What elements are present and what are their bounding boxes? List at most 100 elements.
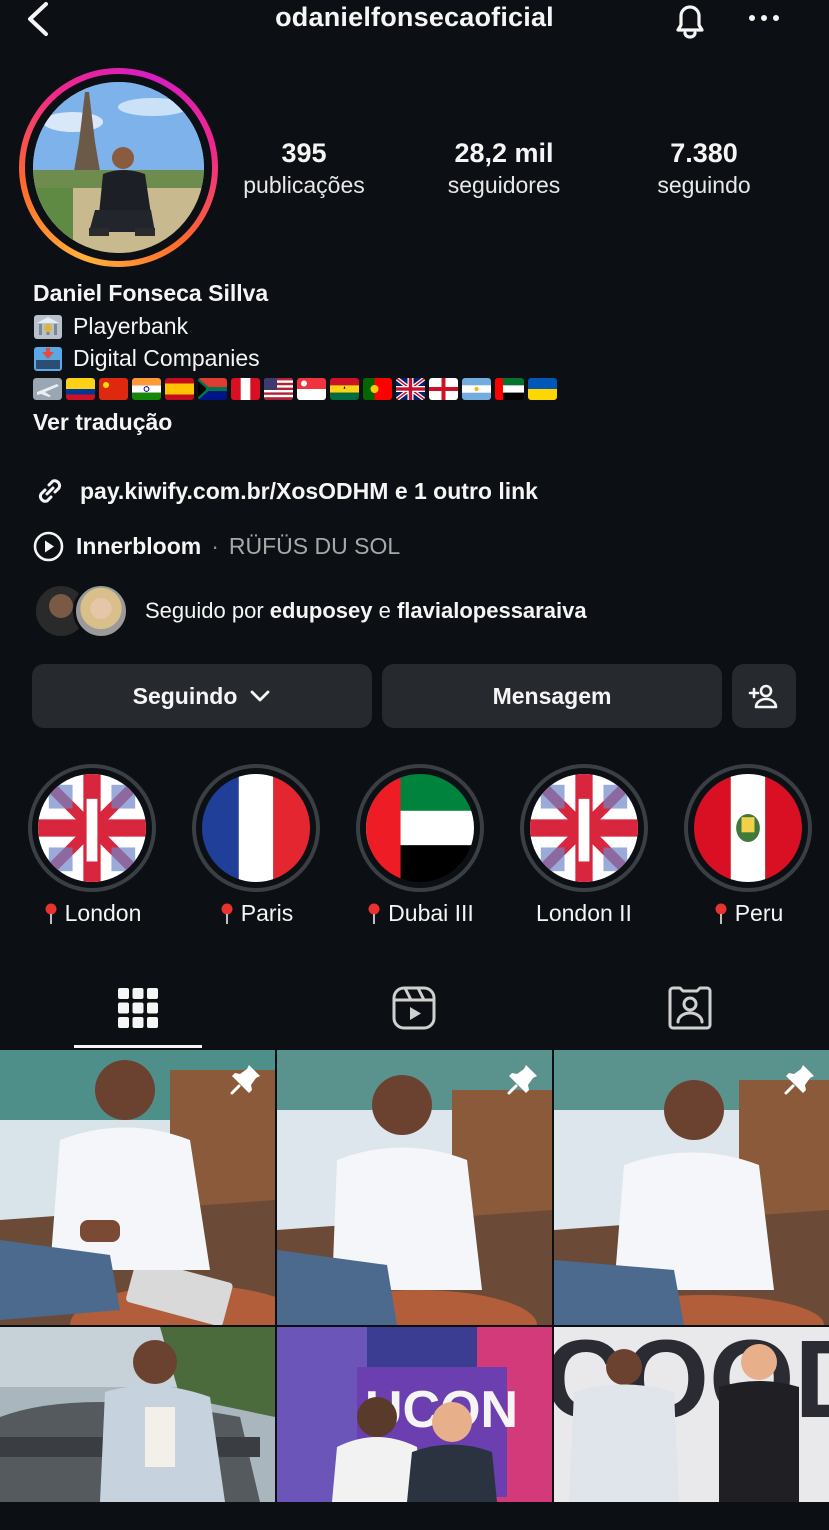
highlight-label-text: Paris [240,900,294,926]
highlight-label-text: London [64,900,142,926]
post-thumbnail[interactable] [0,1327,275,1502]
message-button[interactable]: Mensagem [382,664,722,728]
pinned-icon [784,1065,814,1095]
reels-icon [392,986,436,1030]
following-button-label: Seguindo [132,682,238,709]
tab-reels[interactable] [276,968,552,1048]
highlight-cover [38,774,146,882]
music-separator: · [211,533,219,559]
profile-avatar [33,82,204,253]
profile-full-name: Daniel Fonseca Sillva [33,280,269,306]
bio-line-2: Digital Companies [33,345,260,372]
tagged-icon [668,986,712,1030]
bio-link-text: pay.kiwify.com.br/XosODHM e 1 outro link [80,477,538,504]
followers-label: seguidores [447,172,561,198]
tab-tagged[interactable] [552,968,828,1048]
bio-line-1: Playerbank [33,313,188,340]
music-song-title: Innerbloom [76,533,202,559]
post-thumbnail[interactable]: UCON [277,1327,552,1502]
followers-count: 28,2 mil [454,138,554,168]
round-pushpin-icon [368,903,380,924]
flag-emoji-row [33,378,557,400]
singapore-flag-icon [297,378,326,400]
round-pushpin-icon [45,903,57,924]
stat-followers[interactable]: 28,2 mil seguidores [436,136,572,200]
play-circle-icon [33,531,64,562]
peru-flag-icon [231,378,260,400]
suggest-people-button[interactable] [732,664,796,728]
profile-tab-bar [0,968,829,1048]
colombia-flag-icon [66,378,95,400]
south-africa-flag-icon [198,378,227,400]
round-pushpin-icon [715,903,727,924]
grid-icon [118,988,158,1028]
highlight-cover [694,774,802,882]
highlight-cover [366,774,474,882]
link-icon [39,479,61,503]
highlight-label: London [28,900,156,927]
airplane-icon [33,378,62,400]
india-flag-icon [132,378,161,400]
bank-icon [34,314,62,339]
portugal-flag-icon [363,378,392,400]
round-pushpin-icon [221,903,233,924]
usa-flag-icon [264,378,293,400]
followed-by-user-2[interactable]: flavialopessaraiva [397,598,587,623]
highlight-london[interactable]: London [28,764,156,927]
highlight-label: Paris [192,900,320,927]
following-count: 7.380 [670,138,738,168]
tab-posts-grid[interactable] [0,968,276,1048]
spain-flag-icon [165,378,194,400]
posts-count: 395 [281,138,327,168]
pinned-icon [230,1065,260,1095]
bio-line-2-text: Digital Companies [73,345,260,371]
highlight-label: London II [520,900,648,927]
see-translation-link[interactable]: Ver tradução [33,409,172,436]
music-artist: RÜFÜS DU SOL [228,533,401,559]
followed-by-conj: e [378,598,391,623]
ghana-flag-icon [330,378,359,400]
ukraine-flag-icon [528,378,557,400]
stat-posts[interactable]: 395 publicações [236,136,372,200]
highlight-label: Peru [684,900,812,927]
followed-by-user-1[interactable]: eduposey [270,598,373,623]
inbox-tray-icon [34,346,62,371]
highlight-label-text: Peru [734,900,784,926]
bell-icon[interactable] [668,0,712,42]
active-tab-indicator [74,1045,202,1048]
follower-avatar-2 [73,583,129,639]
post-thumbnail[interactable] [277,1050,552,1325]
profile-music[interactable]: Innerbloom · RÜFÜS DU SOL [33,531,400,562]
post-thumbnail[interactable] [0,1050,275,1325]
argentina-flag-icon [462,378,491,400]
followed-by-prefix: Seguido por [145,598,264,623]
following-label: seguindo [657,172,751,198]
following-button[interactable]: Seguindo [32,664,372,728]
bottom-nav-edge [0,1502,829,1530]
add-person-icon [748,684,778,709]
uae-flag-icon [495,378,524,400]
highlight-label: Dubai III [356,900,484,927]
china-flag-icon [99,378,128,400]
post-thumbnail[interactable] [554,1050,829,1325]
highlight-peru[interactable]: Peru [684,764,812,927]
post-thumbnail[interactable]: COOD [554,1327,829,1502]
followed-by-text: Seguido por eduposey e flavialopessaraiv… [145,598,587,624]
profile-avatar-story-ring[interactable] [19,68,218,267]
bio-link[interactable]: pay.kiwify.com.br/XosODHM e 1 outro link [33,474,538,508]
highlight-dubai-iii[interactable]: Dubai III [356,764,484,927]
england-flag-icon [429,378,458,400]
pinned-icon [507,1065,537,1095]
highlight-paris[interactable]: Paris [192,764,320,927]
posts-label: publicações [243,172,365,198]
more-horizontal-icon[interactable] [744,6,784,30]
message-button-label: Mensagem [492,682,612,709]
followed-by[interactable]: Seguido por eduposey e flavialopessaraiv… [33,583,587,639]
uk-flag-icon [396,378,425,400]
highlight-label-text: Dubai III [388,900,474,926]
highlight-cover [202,774,310,882]
bio-line-1-text: Playerbank [73,313,189,339]
highlight-london-ii[interactable]: London II [520,764,648,927]
top-bar: odanielfonsecaoficial [0,0,829,40]
stat-following[interactable]: 7.380 seguindo [636,136,772,200]
